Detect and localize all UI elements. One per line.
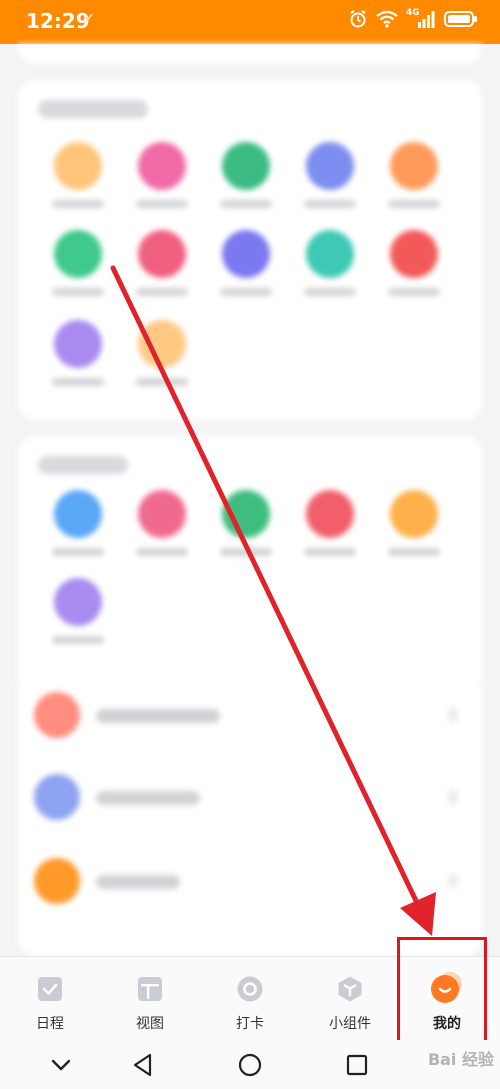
tab-widgets[interactable]: 小组件 <box>300 957 400 1041</box>
grid-item[interactable] <box>210 490 282 580</box>
grid-item[interactable] <box>126 320 198 410</box>
tab-label: 小组件 <box>329 1016 371 1032</box>
grid-item[interactable] <box>294 490 366 580</box>
tab-label: 日程 <box>36 1016 64 1032</box>
widget-cube-icon <box>338 976 362 1002</box>
card-title-placeholder <box>38 100 148 118</box>
grid-item[interactable] <box>42 578 114 668</box>
check-icon: ✔ <box>84 11 95 26</box>
list-item[interactable] <box>18 842 482 922</box>
status-time: 12:29 <box>26 9 90 33</box>
card-title-placeholder <box>38 456 128 474</box>
battery-icon <box>444 11 477 27</box>
grid-item[interactable] <box>378 142 450 232</box>
grid-item[interactable] <box>378 490 450 580</box>
tab-view[interactable]: 视图 <box>100 957 200 1041</box>
home-icon[interactable] <box>235 1050 265 1080</box>
grid-item[interactable] <box>294 142 366 232</box>
recents-icon[interactable] <box>342 1050 372 1080</box>
settings-list-card <box>18 676 482 956</box>
status-bar: 12:29 ✔ 4G <box>0 0 500 44</box>
system-nav-bar <box>0 1040 500 1089</box>
chevron-down-icon[interactable] <box>46 1050 76 1080</box>
feature-card-2 <box>18 436 482 696</box>
signal-indicator: 4G <box>406 8 436 29</box>
status-icons: 4G <box>348 8 478 29</box>
wifi-icon <box>376 10 398 28</box>
blurred-content <box>0 44 500 956</box>
highlight-box <box>397 937 487 1050</box>
checkin-circle-icon <box>237 976 263 1002</box>
top-card-edge <box>18 44 482 64</box>
layout-view-icon <box>138 977 162 1001</box>
calendar-check-icon <box>38 977 62 1001</box>
watermark: Bai 经验 <box>427 1050 494 1069</box>
tab-schedule[interactable]: 日程 <box>0 957 100 1041</box>
list-item[interactable] <box>18 676 482 756</box>
grid-item[interactable] <box>126 142 198 232</box>
grid-item[interactable] <box>42 490 114 580</box>
grid-item[interactable] <box>126 490 198 580</box>
feature-card-1 <box>18 80 482 420</box>
tab-label: 视图 <box>136 1016 164 1032</box>
grid-item[interactable] <box>42 320 114 410</box>
list-item[interactable] <box>18 758 482 838</box>
tab-label: 打卡 <box>236 1016 264 1032</box>
tab-checkin[interactable]: 打卡 <box>200 957 300 1041</box>
grid-item[interactable] <box>210 142 282 232</box>
grid-item[interactable] <box>126 230 198 320</box>
alarm-icon <box>350 10 366 28</box>
back-icon[interactable] <box>128 1050 158 1080</box>
grid-item[interactable] <box>42 142 114 232</box>
grid-item[interactable] <box>210 230 282 320</box>
grid-item[interactable] <box>294 230 366 320</box>
grid-item[interactable] <box>42 230 114 320</box>
signal-icon <box>418 11 435 28</box>
grid-item[interactable] <box>378 230 450 320</box>
